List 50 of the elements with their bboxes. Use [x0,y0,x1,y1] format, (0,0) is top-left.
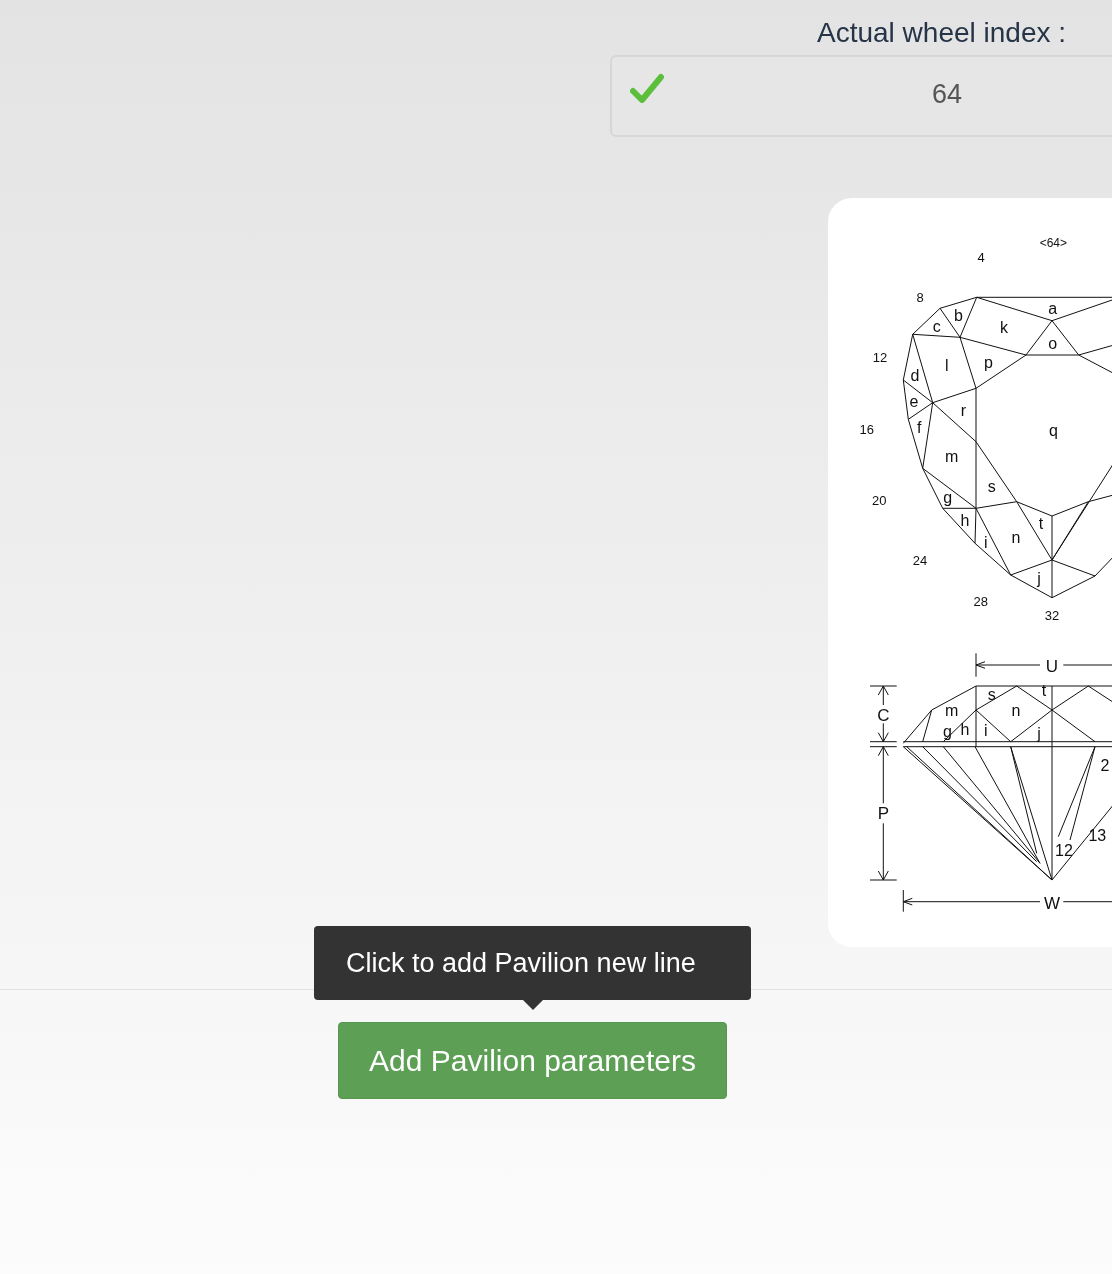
tooltip-arrow [522,1000,543,1010]
facet-label: p [983,354,993,372]
angle-label: 12 [872,349,888,365]
facet-label: t [1038,514,1044,532]
facet-label: m [945,447,959,465]
facet-label: d [910,366,920,384]
facet-label: j [1037,569,1041,587]
facet-label: i [983,534,988,552]
facet-label: n [1011,528,1021,546]
angle-label: 20 [872,492,887,508]
facet-label: 13 [1088,826,1107,844]
facet-label: 12 [1055,841,1073,859]
facet-label: g [942,723,952,741]
tooltip: Click to add Pavilion new line [314,926,751,1000]
angle-label: 16 [859,421,874,437]
index-label: <64> [1039,236,1067,251]
angle-label: 8 [916,289,924,305]
facet-label: a [1048,299,1058,317]
facet-label: r [960,402,966,420]
facet-label: k [1000,318,1008,336]
facet-label: o [1048,334,1058,352]
facet-label: t [1041,681,1047,699]
angle-label: 28 [973,594,988,610]
facet-label: h [960,720,970,738]
dimension-label: U [1045,657,1059,677]
facet-label: b [953,306,963,324]
facet-label: n [1011,702,1021,720]
facet-label: l [944,357,949,375]
dimension-label: C [877,705,890,725]
wheel-index-value: 64 [932,79,963,110]
facet-label: j [1037,724,1041,742]
facet-label: g [943,488,953,506]
dimension-label: W [1044,893,1060,913]
facet-label: s [987,478,996,496]
wheel-index-label: Actual wheel index : [817,16,1067,50]
facet-label: 2 [1100,756,1110,774]
facet-label: e [909,393,919,411]
angle-label: 24 [912,553,928,569]
facet-label: h [960,511,970,529]
facet-label: f [917,418,922,436]
wheel-index-field[interactable]: 64 [610,55,1112,137]
angle-label: 32 [1044,607,1060,623]
facet-label: m [945,702,959,720]
facet-label: i [983,721,988,739]
angle-label: 4 [977,250,985,266]
facet-label: s [987,685,996,703]
add-pavilion-button[interactable]: Add Pavilion parameters [338,1022,727,1099]
facet-label: c [932,318,941,336]
facet-label: q [1048,421,1058,439]
dimension-label: P [877,803,889,823]
